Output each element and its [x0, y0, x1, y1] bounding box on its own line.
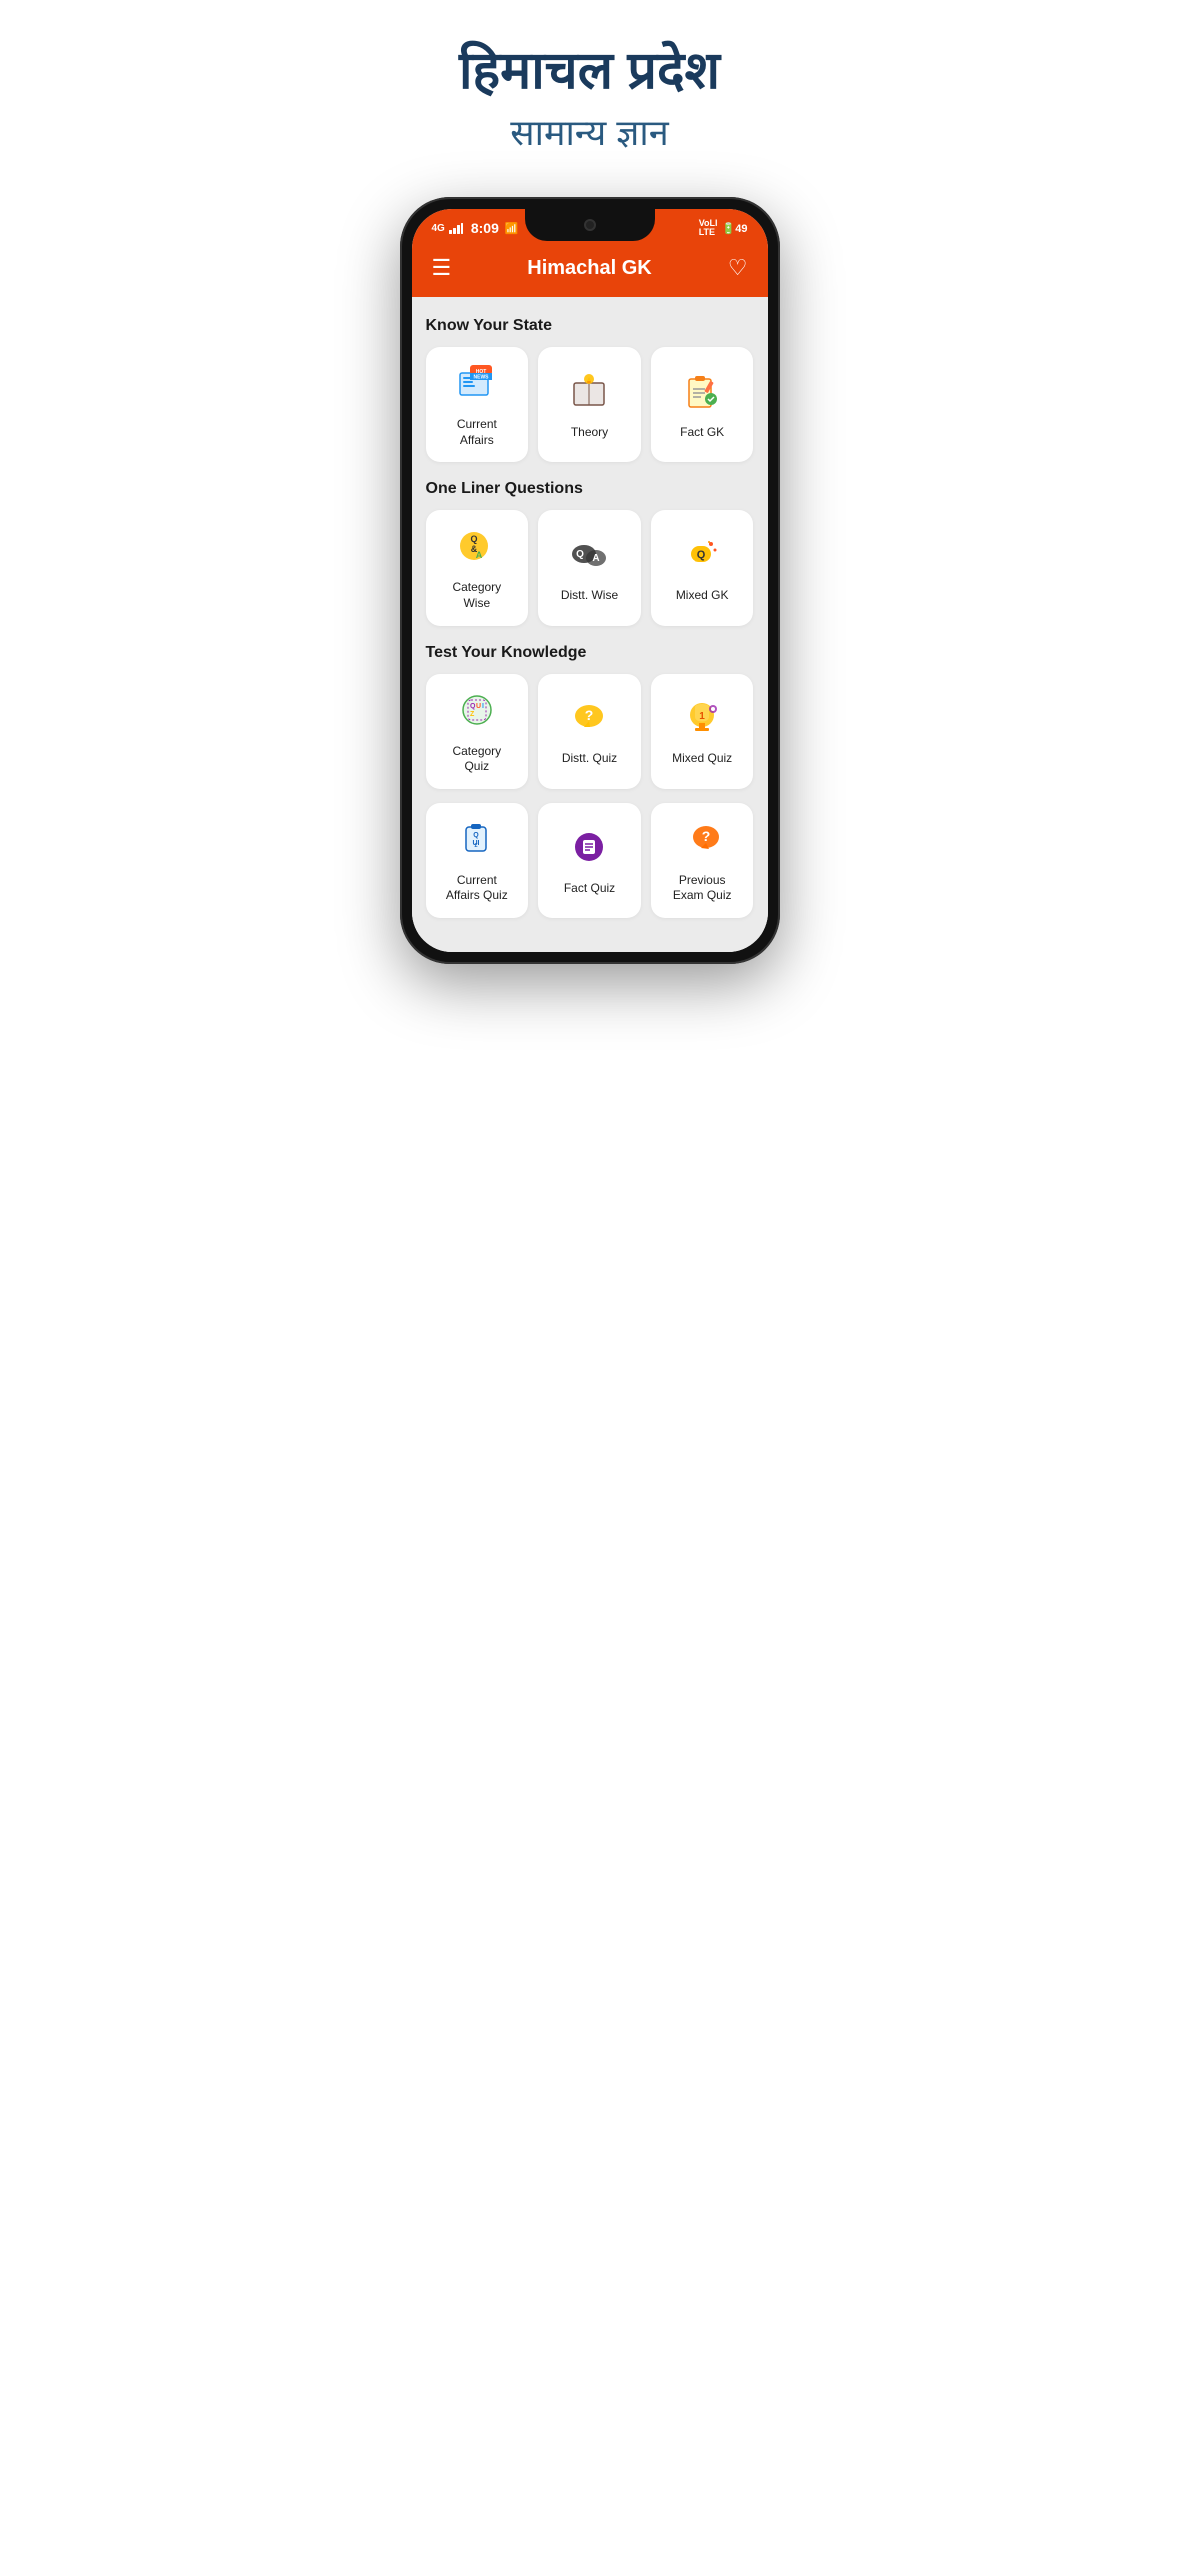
- content-area: Know Your State HOT: [412, 297, 768, 952]
- wifi-icon: 📶: [505, 222, 519, 235]
- app-title: Himachal GK: [527, 257, 651, 280]
- status-right: VoLlLTE 🔋49: [699, 219, 748, 237]
- distt-quiz-icon: ?: [568, 697, 610, 743]
- previous-exam-quiz-label: PreviousExam Quiz: [673, 873, 732, 904]
- fact-gk-card[interactable]: Fact GK: [651, 347, 754, 462]
- distt-wise-icon: Q A: [568, 534, 610, 580]
- section-one-liner-title: One Liner Questions: [426, 480, 754, 498]
- heart-icon[interactable]: ♡: [728, 255, 748, 281]
- current-affairs-icon: HOT NEWS: [456, 363, 498, 409]
- previous-exam-quiz-card[interactable]: ? PreviousExam Quiz: [651, 803, 754, 918]
- mixed-quiz-card[interactable]: 1 Mixed Quiz: [651, 674, 754, 789]
- section-know-your-state-title: Know Your State: [426, 317, 754, 335]
- svg-text:U: U: [476, 703, 481, 710]
- phone-screen: 4G 8:09 📶 VoLlLTE 🔋49 ☰ Himachal: [412, 209, 768, 952]
- distt-wise-label: Distt. Wise: [561, 588, 618, 604]
- test-knowledge-grid-row2: Q UI Z CurrentAffairs Quiz: [426, 803, 754, 918]
- vol-lte-label: VoLlLTE: [699, 219, 718, 237]
- distt-wise-card[interactable]: Q A Distt. Wise: [538, 510, 641, 625]
- phone-frame: 4G 8:09 📶 VoLlLTE 🔋49 ☰ Himachal: [400, 197, 780, 964]
- mixed-quiz-icon: 1: [681, 697, 723, 743]
- theory-icon: [568, 371, 610, 417]
- status-bar: 4G 8:09 📶 VoLlLTE 🔋49: [412, 209, 768, 243]
- status-left: 4G 8:09 📶: [432, 220, 519, 236]
- svg-text:Z: Z: [470, 711, 475, 718]
- test-knowledge-grid-row1: Q U I Z CategoryQuiz: [426, 674, 754, 789]
- menu-icon[interactable]: ☰: [432, 255, 452, 281]
- distt-quiz-card[interactable]: ? Distt. Quiz: [538, 674, 641, 789]
- category-quiz-label: CategoryQuiz: [452, 744, 501, 775]
- app-bar: ☰ Himachal GK ♡: [412, 243, 768, 297]
- svg-text:A: A: [476, 550, 483, 560]
- category-wise-label: CategoryWise: [452, 580, 501, 611]
- fact-gk-label: Fact GK: [680, 425, 724, 441]
- fact-quiz-card[interactable]: Fact Quiz: [538, 803, 641, 918]
- svg-text:Q: Q: [577, 549, 585, 560]
- signal-label: 4G: [432, 223, 445, 234]
- svg-text:NEWS: NEWS: [473, 375, 489, 381]
- category-wise-card[interactable]: Q & A CategoryWise: [426, 510, 529, 625]
- mixed-gk-label: Mixed GK: [676, 588, 729, 604]
- distt-quiz-label: Distt. Quiz: [562, 751, 617, 767]
- category-quiz-card[interactable]: Q U I Z CategoryQuiz: [426, 674, 529, 789]
- category-wise-icon: Q & A: [456, 526, 498, 572]
- page-title: हिमाचल प्रदेश: [459, 40, 720, 102]
- time-label: 8:09: [471, 220, 499, 236]
- section-test-knowledge-title: Test Your Knowledge: [426, 644, 754, 662]
- current-affairs-quiz-card[interactable]: Q UI Z CurrentAffairs Quiz: [426, 803, 529, 918]
- svg-text:?: ?: [702, 828, 711, 844]
- svg-text:Z: Z: [474, 843, 477, 849]
- svg-text:Q: Q: [470, 534, 477, 544]
- mixed-gk-card[interactable]: Q Mixed GK: [651, 510, 754, 625]
- page-subtitle: सामान्य ज्ञान: [459, 110, 720, 157]
- mixed-gk-icon: Q: [681, 534, 723, 580]
- svg-text:Q: Q: [473, 832, 479, 839]
- notch: [525, 209, 655, 241]
- current-affairs-card[interactable]: HOT NEWS CurrentAffairs: [426, 347, 529, 462]
- theory-card[interactable]: Theory: [538, 347, 641, 462]
- svg-text:1: 1: [699, 711, 705, 722]
- camera-dot: [584, 219, 596, 231]
- battery-label: 🔋49: [722, 222, 748, 235]
- svg-text:A: A: [593, 553, 600, 564]
- svg-text:Q: Q: [697, 549, 706, 561]
- fact-quiz-icon: [568, 827, 610, 873]
- page-header: हिमाचल प्रदेश सामान्य ज्ञान: [459, 40, 720, 157]
- svg-text:I: I: [482, 703, 484, 710]
- previous-exam-quiz-icon: ?: [681, 819, 723, 865]
- theory-label: Theory: [571, 425, 608, 441]
- current-affairs-quiz-icon: Q UI Z: [456, 819, 498, 865]
- signal-icon: [449, 223, 463, 234]
- mixed-quiz-label: Mixed Quiz: [672, 751, 732, 767]
- category-quiz-icon: Q U I Z: [456, 690, 498, 736]
- one-liner-grid: Q & A CategoryWise Q A: [426, 510, 754, 625]
- know-your-state-grid: HOT NEWS CurrentAffairs: [426, 347, 754, 462]
- fact-quiz-label: Fact Quiz: [564, 881, 615, 897]
- fact-gk-icon: [681, 371, 723, 417]
- current-affairs-quiz-label: CurrentAffairs Quiz: [446, 873, 508, 904]
- current-affairs-label: CurrentAffairs: [457, 417, 497, 448]
- svg-text:?: ?: [585, 707, 594, 723]
